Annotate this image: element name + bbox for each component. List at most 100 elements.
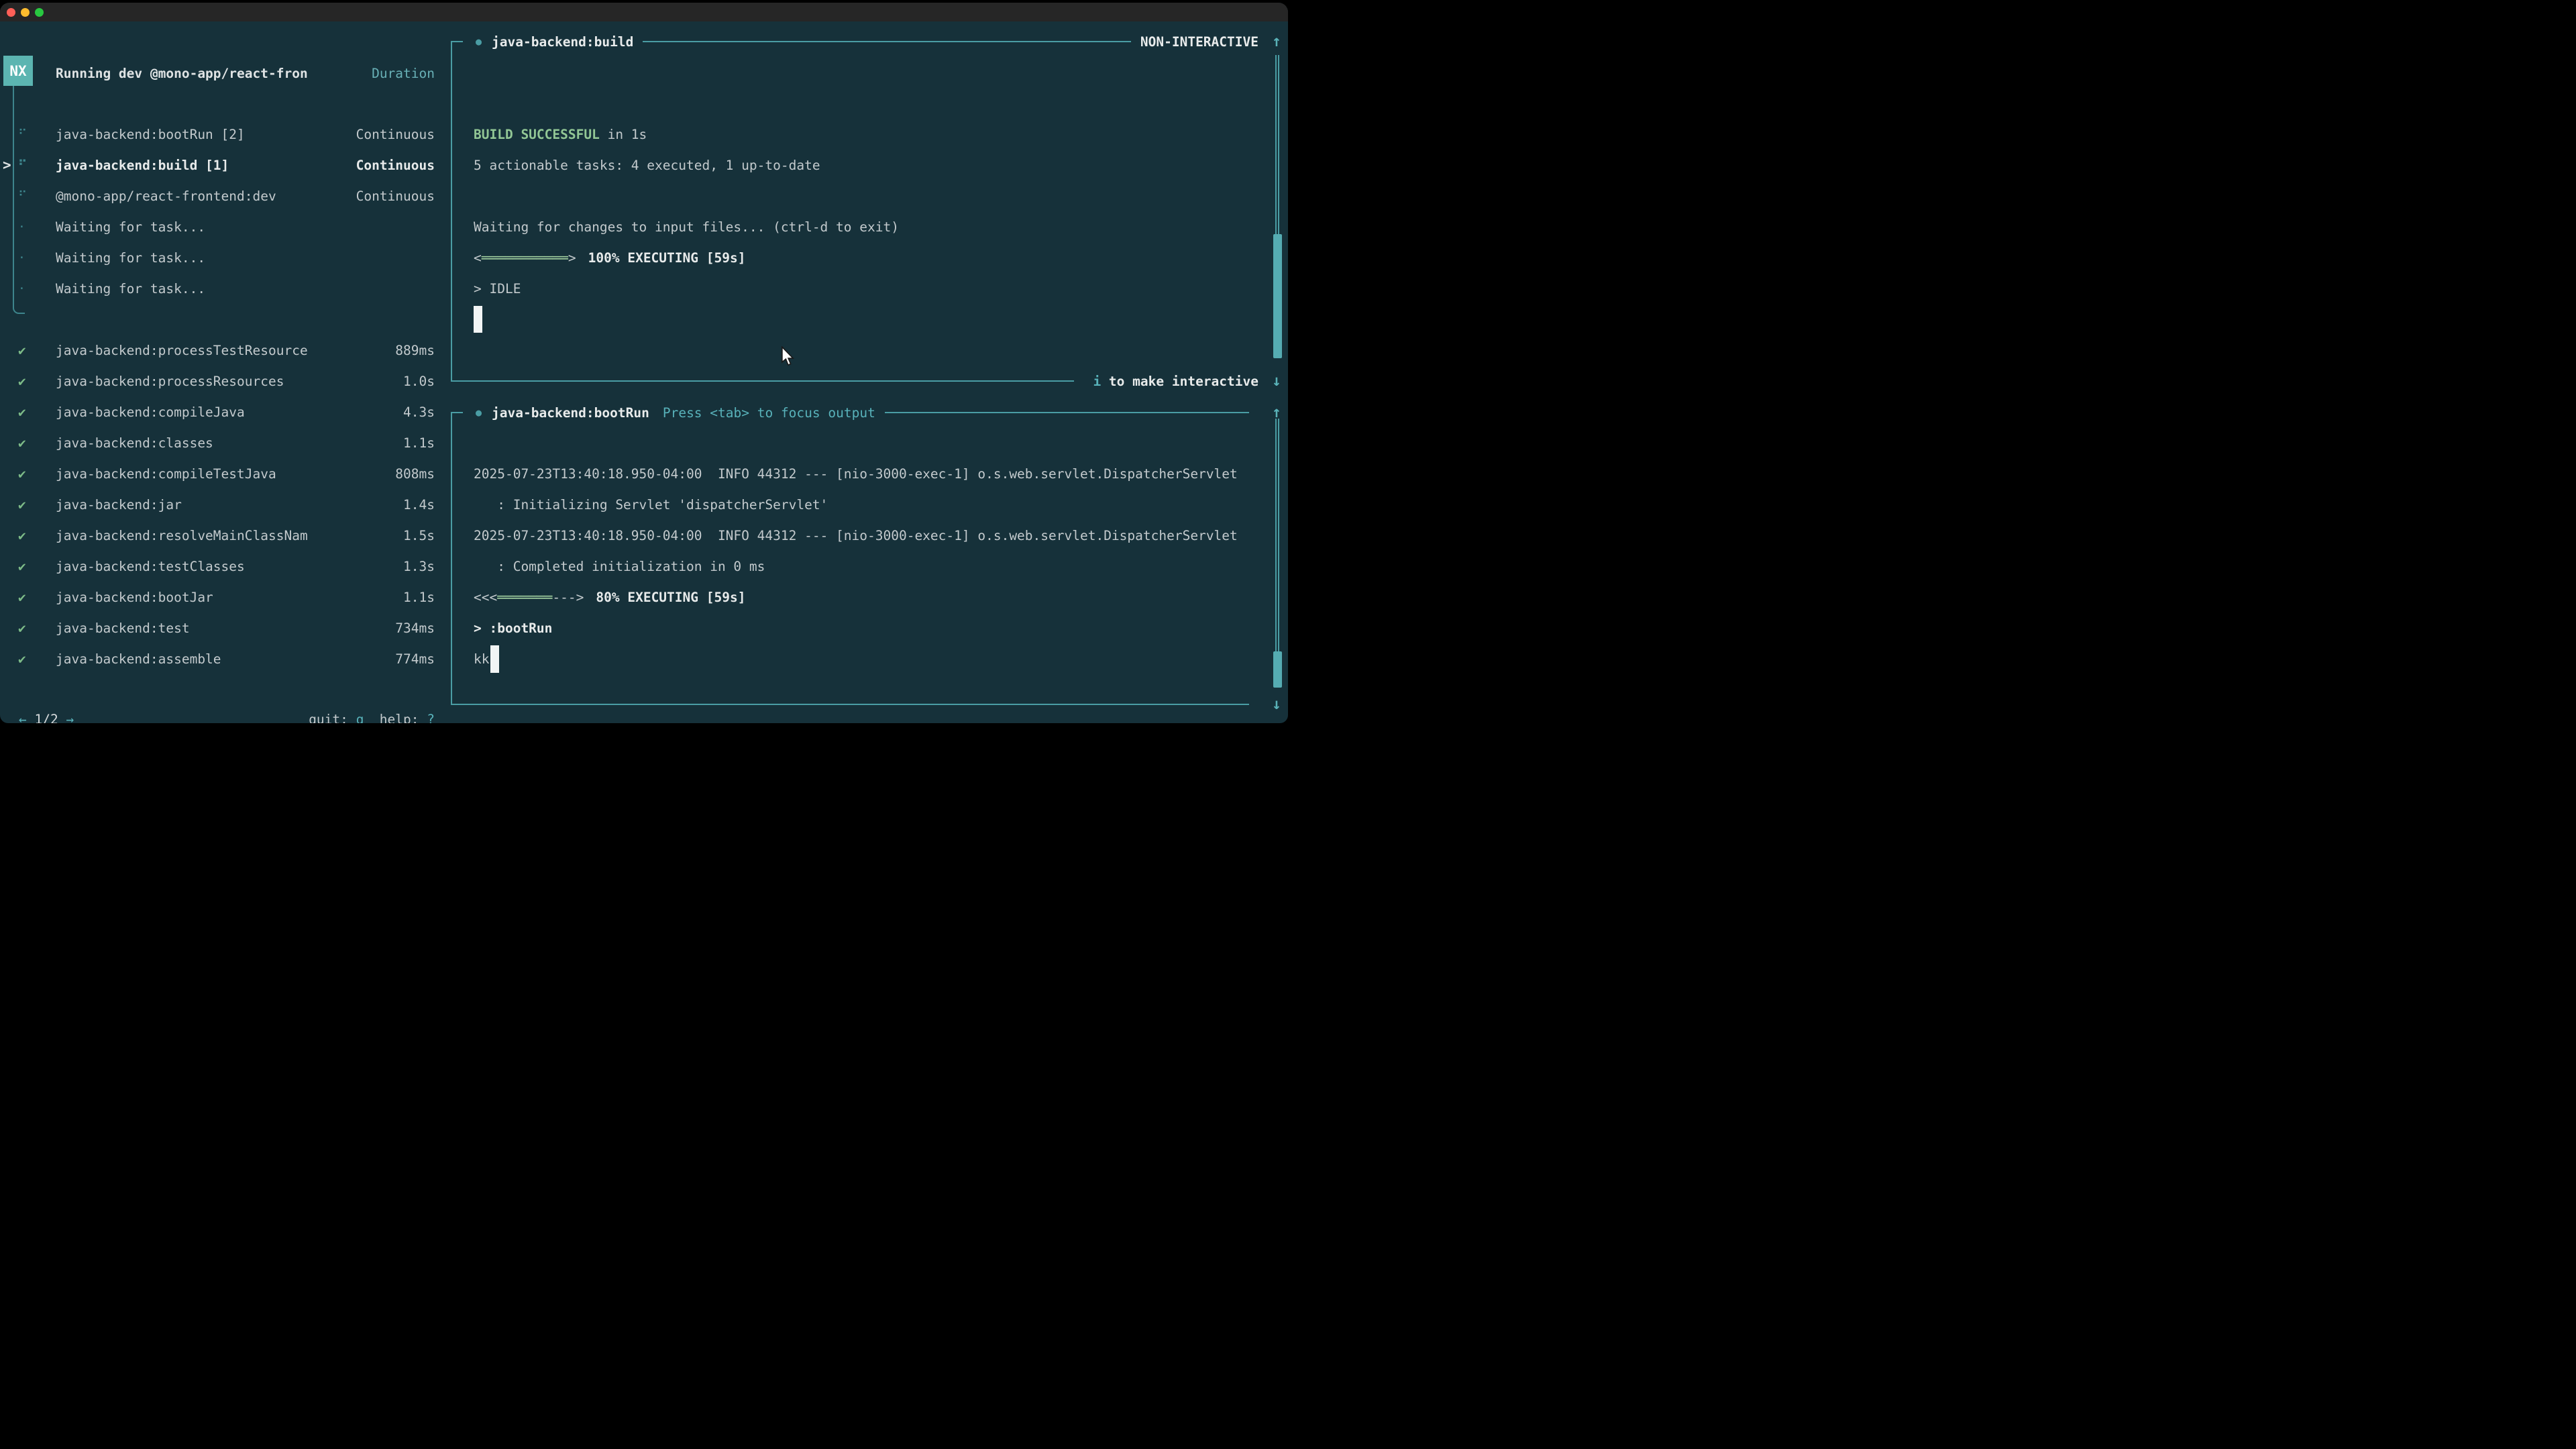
progress-bar: ═══════════ xyxy=(482,250,568,266)
waiting-line: Waiting for changes to input files... (c… xyxy=(474,211,899,242)
border-rule xyxy=(451,704,1249,705)
task-row[interactable]: ✔ java-backend:compileJava 4.3s xyxy=(0,396,444,427)
task-duration: 1.4s xyxy=(403,489,435,520)
quit-key: q xyxy=(356,712,364,724)
build-result-line: BUILD SUCCESSFUL in 1s xyxy=(474,119,899,150)
task-label: java-backend:test xyxy=(56,612,190,643)
task-duration: 1.3s xyxy=(403,551,435,582)
task-row[interactable]: ✔ java-backend:processTestResource 889ms xyxy=(0,335,444,366)
task-row[interactable]: ✔ java-backend:bootJar 1.1s xyxy=(0,582,444,612)
task-label: java-backend:bootJar xyxy=(56,582,213,612)
task-row[interactable]: ✔ java-backend:jar 1.4s xyxy=(0,489,444,520)
panel-corner-stub xyxy=(451,412,463,413)
check-icon: ✔ xyxy=(18,551,26,582)
scroll-down-arrow-icon[interactable]: ↓ xyxy=(1267,372,1287,390)
log-lines: 2025-07-23T13:40:18.950-04:00 INFO 44312… xyxy=(474,458,1238,582)
keyboard-hints: quit: q help: ? xyxy=(309,704,435,723)
running-task-list: ⠋ java-backend:bootRun [2] Continuous ⠋ … xyxy=(0,119,444,304)
bottom-scrollbar-thumb[interactable] xyxy=(1273,651,1282,688)
task-row[interactable]: ✔ java-backend:processResources 1.0s xyxy=(0,366,444,396)
task-label: java-backend:testClasses xyxy=(56,551,245,582)
prev-page-arrow-icon[interactable]: ← xyxy=(19,712,27,724)
task-status-icon: · xyxy=(18,242,25,273)
gradle-progress-line: <<<═══════--->80% EXECUTING [59s] xyxy=(474,582,1238,612)
non-interactive-badge: NON-INTERACTIVE xyxy=(1140,34,1258,50)
next-page-arrow-icon[interactable]: → xyxy=(66,712,74,724)
completed-task-list: ✔ java-backend:processTestResource 889ms… xyxy=(0,335,444,674)
progress-open: <<< xyxy=(474,590,497,605)
task-row[interactable]: ✔ java-backend:assemble 774ms xyxy=(0,643,444,674)
check-icon: ✔ xyxy=(18,612,26,643)
check-icon: ✔ xyxy=(18,366,26,396)
task-row[interactable]: ✔ java-backend:compileTestJava 808ms xyxy=(0,458,444,489)
task-status-icon: · xyxy=(18,273,25,304)
log-line: 2025-07-23T13:40:18.950-04:00 INFO 44312… xyxy=(474,458,1238,489)
progress-close: > xyxy=(568,250,576,266)
build-time: in 1s xyxy=(600,127,647,142)
progress-open: < xyxy=(474,250,482,266)
build-status: BUILD SUCCESSFUL xyxy=(474,127,600,142)
progress-label: 80% EXECUTING [59s] xyxy=(596,590,745,605)
task-label: java-backend:assemble xyxy=(56,643,221,674)
bottom-panel-title: java-backend:bootRun xyxy=(492,405,649,421)
spacer xyxy=(58,712,66,724)
task-row[interactable]: ✔ java-backend:testClasses 1.3s xyxy=(0,551,444,582)
task-row[interactable]: · Waiting for task... xyxy=(0,211,444,242)
terminal-cursor xyxy=(490,645,499,673)
task-status-icon: ⠋ xyxy=(18,180,27,211)
scroll-down-arrow-icon[interactable]: ↓ xyxy=(1267,696,1287,713)
header-rule xyxy=(643,41,1131,42)
panel-corner-stub xyxy=(451,41,463,42)
task-row[interactable]: ✔ java-backend:classes 1.1s xyxy=(0,427,444,458)
task-row[interactable]: · Waiting for task... xyxy=(0,242,444,273)
log-line: 2025-07-23T13:40:18.950-04:00 INFO 44312… xyxy=(474,520,1238,551)
check-icon: ✔ xyxy=(18,582,26,612)
task-duration: 1.1s xyxy=(403,427,435,458)
task-duration: 1.5s xyxy=(403,520,435,551)
task-row[interactable]: ⠋ java-backend:build [1] Continuous xyxy=(0,150,444,180)
mouse-cursor-icon xyxy=(780,346,795,366)
check-icon: ✔ xyxy=(18,489,26,520)
task-duration: 1.1s xyxy=(403,582,435,612)
task-row[interactable]: ✔ java-backend:resolveMainClassNam 1.5s xyxy=(0,520,444,551)
bottom-scrollbar-track[interactable] xyxy=(1275,419,1279,651)
close-window-button[interactable] xyxy=(7,8,15,17)
terminal-cursor xyxy=(474,306,482,333)
task-duration: 1.0s xyxy=(403,366,435,396)
terminal-window: NX Running dev @mono-app/react-fron Dura… xyxy=(0,3,1288,723)
maximize-window-button[interactable] xyxy=(35,8,44,17)
sidebar-header: Running dev @mono-app/react-fron Duratio… xyxy=(0,58,444,89)
minimize-window-button[interactable] xyxy=(21,8,30,17)
task-label: Waiting for task... xyxy=(56,211,205,242)
log-line: : Completed initialization in 0 ms xyxy=(474,551,1238,582)
top-panel-output[interactable]: BUILD SUCCESSFUL in 1s 5 actionable task… xyxy=(474,119,899,304)
task-duration: 4.3s xyxy=(403,396,435,427)
top-panel-title: java-backend:build xyxy=(492,34,633,50)
check-icon: ✔ xyxy=(18,427,26,458)
sidebar-title: Running dev @mono-app/react-fron xyxy=(56,58,308,89)
task-label: Waiting for task... xyxy=(56,273,205,304)
bottom-panel-header[interactable]: ● java-backend:bootRun Press <tab> to fo… xyxy=(451,397,1287,428)
top-panel-header[interactable]: ● java-backend:build NON-INTERACTIVE ↑ xyxy=(451,26,1287,57)
task-label: java-backend:resolveMainClassNam xyxy=(56,520,308,551)
top-scrollbar-thumb[interactable] xyxy=(1273,234,1282,358)
scroll-up-arrow-icon[interactable]: ↑ xyxy=(1267,33,1287,50)
task-row[interactable]: ⠋ @mono-app/react-frontend:dev Continuou… xyxy=(0,180,444,211)
gradle-progress-line: <═══════════>100% EXECUTING [59s] xyxy=(474,242,899,273)
bottom-panel-output[interactable]: 2025-07-23T13:40:18.950-04:00 INFO 44312… xyxy=(474,458,1238,674)
task-label: java-backend:jar xyxy=(56,489,182,520)
task-sidebar: NX Running dev @mono-app/react-fron Dura… xyxy=(0,21,444,723)
interactive-hint: i to make interactive xyxy=(1093,374,1258,389)
task-row[interactable]: ✔ java-backend:test 734ms xyxy=(0,612,444,643)
task-label: java-backend:classes xyxy=(56,427,213,458)
interactive-text: to make interactive xyxy=(1101,374,1258,389)
help-key: ? xyxy=(427,712,435,724)
task-row[interactable]: · Waiting for task... xyxy=(0,273,444,304)
task-bullet-icon: ● xyxy=(476,36,482,48)
task-label: java-backend:bootRun [2] xyxy=(56,119,245,150)
top-scrollbar-track[interactable] xyxy=(1275,55,1279,234)
header-rule xyxy=(885,412,1249,413)
task-row[interactable]: ⠋ java-backend:bootRun [2] Continuous xyxy=(0,119,444,150)
focus-output-hint: Press <tab> to focus output xyxy=(663,405,875,421)
check-icon: ✔ xyxy=(18,458,26,489)
